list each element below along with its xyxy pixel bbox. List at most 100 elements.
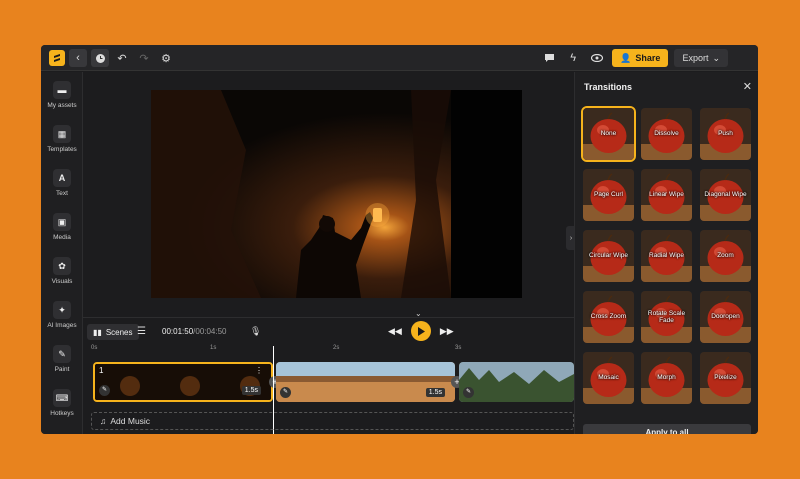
- transition-tile[interactable]: Mosaic: [583, 352, 634, 404]
- sidebar-item-label: Media: [53, 234, 71, 241]
- close-icon[interactable]: ✕: [743, 80, 752, 93]
- video-preview[interactable]: [151, 90, 522, 298]
- current-time: 00:01:50: [162, 327, 194, 336]
- sidebar-item-templates[interactable]: ▦ Templates: [41, 125, 83, 153]
- sidebar-item-ai-images[interactable]: ✦ AI Images: [41, 301, 83, 329]
- transition-tile[interactable]: Zoom: [700, 230, 751, 282]
- comments-button[interactable]: [540, 49, 558, 67]
- editor-window: ‹ ↶ ↷ ⚙ ϟ 👤 Share Export ⌄ ▬ My assets ▦…: [41, 45, 758, 434]
- transition-tile[interactable]: Pixelize: [700, 352, 751, 404]
- clip-duration: 1.5s: [241, 386, 261, 395]
- gear-icon: ⚙: [161, 52, 171, 65]
- panel-title: Transitions: [584, 82, 633, 92]
- transition-tile[interactable]: Dooropen: [700, 291, 751, 343]
- lightning-button[interactable]: ϟ: [564, 49, 582, 67]
- transition-label: Rotate Scale Fade: [647, 309, 686, 324]
- preview-frame-image: [151, 90, 522, 298]
- sidebar-item-label: Paint: [54, 366, 70, 373]
- chevron-down-icon: ⌄: [712, 52, 720, 63]
- back-button[interactable]: ‹: [69, 49, 87, 67]
- ruler-label: 0s: [91, 345, 98, 351]
- share-button[interactable]: 👤 Share: [612, 49, 669, 67]
- timeline-clip[interactable]: ✎: [459, 362, 574, 402]
- clip-number: 1: [99, 366, 104, 375]
- transition-tile[interactable]: Radial Wipe: [641, 230, 692, 282]
- sidebar-item-my-assets[interactable]: ▬ My assets: [41, 81, 83, 109]
- brush-icon: ✎: [53, 345, 71, 363]
- fast-forward-icon[interactable]: ▶▶: [440, 326, 454, 337]
- preview-button[interactable]: [588, 49, 606, 67]
- apply-to-all-button[interactable]: Apply to all: [583, 424, 751, 434]
- transition-tile[interactable]: Diagonal Wipe: [700, 169, 751, 221]
- ruler-label: 3s: [455, 345, 462, 351]
- music-note-icon: ♫: [100, 416, 107, 426]
- undo-button[interactable]: ↶: [113, 49, 131, 67]
- pin-icon[interactable]: ✎: [463, 387, 474, 398]
- chat-icon: [544, 54, 554, 62]
- play-button[interactable]: [410, 321, 431, 341]
- transition-label: Diagonal Wipe: [704, 191, 747, 199]
- transition-label: Dooropen: [711, 313, 740, 321]
- transition-label: Circular Wipe: [588, 252, 628, 260]
- visuals-icon: ✿: [53, 257, 71, 275]
- timeline: ▮▮ Scenes ☰ 00:01:50/00:04:50 🎙 ◀◀ ▶▶ 0s…: [83, 317, 574, 434]
- list-view-icon[interactable]: ☰: [137, 326, 146, 337]
- transition-tile[interactable]: Morph: [641, 352, 692, 404]
- transition-tile[interactable]: None: [581, 106, 636, 162]
- sidebar-item-visuals[interactable]: ✿ Visuals: [41, 257, 83, 285]
- redo-button[interactable]: ↷: [135, 49, 153, 67]
- transition-label: Pixelize: [714, 374, 737, 382]
- clip-thumbnail: [459, 362, 574, 402]
- rewind-icon[interactable]: ◀◀: [388, 326, 402, 337]
- sidebar-item-label: Text: [56, 190, 68, 197]
- sidebar-item-label: Hotkeys: [50, 410, 74, 417]
- transition-tile[interactable]: Push: [700, 108, 751, 160]
- transition-tile[interactable]: Dissolve: [641, 108, 692, 160]
- share-label: Share: [635, 53, 661, 63]
- transition-label: Cross Zoom: [590, 313, 627, 321]
- history-button[interactable]: [91, 49, 109, 67]
- logo-icon[interactable]: [49, 50, 65, 66]
- transition-tile[interactable]: Cross Zoom: [583, 291, 634, 343]
- sidebar-item-label: AI Images: [47, 322, 77, 329]
- pin-icon[interactable]: ✎: [280, 387, 291, 398]
- sidebar-item-label: Templates: [47, 146, 77, 153]
- text-icon: A: [53, 169, 71, 187]
- pin-icon[interactable]: ✎: [99, 385, 110, 396]
- microphone-icon[interactable]: 🎙: [250, 326, 261, 337]
- magic-wand-icon: ✦: [53, 301, 71, 319]
- add-music-label: Add Music: [110, 416, 151, 426]
- grid-icon: ▦: [53, 125, 71, 143]
- export-button[interactable]: Export ⌄: [674, 49, 728, 67]
- sidebar-item-media[interactable]: ▣ Media: [41, 213, 83, 241]
- transition-tile[interactable]: Page Curl: [583, 169, 634, 221]
- undo-icon: ↶: [117, 52, 127, 65]
- sidebar-item-paint[interactable]: ✎ Paint: [41, 345, 83, 373]
- film-icon: ▮▮: [93, 327, 102, 337]
- eye-icon: [591, 54, 604, 62]
- add-music-button[interactable]: ♫ Add Music: [91, 412, 574, 430]
- time-ruler: 0s 1s 2s 3s: [83, 345, 574, 355]
- transition-label: Page Curl: [594, 191, 623, 199]
- transitions-panel: Transitions ✕ None Dissolve Push Page Curl L…: [574, 72, 758, 434]
- top-bar: ‹ ↶ ↷ ⚙ ϟ 👤 Share Export ⌄: [41, 45, 758, 71]
- lightning-icon: ϟ: [570, 52, 577, 64]
- timeline-clip[interactable]: 1 ⋮ 1.5s ✎: [93, 362, 273, 402]
- sidebar: ▬ My assets ▦ Templates A Text ▣ Media ✿…: [41, 72, 83, 434]
- sidebar-item-text[interactable]: A Text: [41, 169, 83, 197]
- ruler-label: 1s: [210, 345, 217, 351]
- clock-icon: [95, 53, 105, 63]
- scenes-button[interactable]: ▮▮ Scenes: [87, 324, 139, 340]
- transition-tile[interactable]: Linear Wipe: [641, 169, 692, 221]
- transition-tile[interactable]: Rotate Scale Fade: [641, 291, 692, 343]
- clip-duration: 1.5s: [425, 388, 445, 397]
- transition-label: Zoom: [717, 252, 734, 260]
- timeline-clip[interactable]: 1.5s ✎: [276, 362, 455, 402]
- transition-label: Radial Wipe: [648, 252, 685, 260]
- settings-button[interactable]: ⚙: [157, 49, 175, 67]
- more-options-icon[interactable]: ⋮: [255, 366, 263, 375]
- total-time: /00:04:50: [193, 327, 227, 336]
- transition-tile[interactable]: Circular Wipe: [583, 230, 634, 282]
- sidebar-item-hotkeys[interactable]: ⌨ Hotkeys: [41, 389, 83, 417]
- sidebar-item-label: My assets: [47, 102, 77, 109]
